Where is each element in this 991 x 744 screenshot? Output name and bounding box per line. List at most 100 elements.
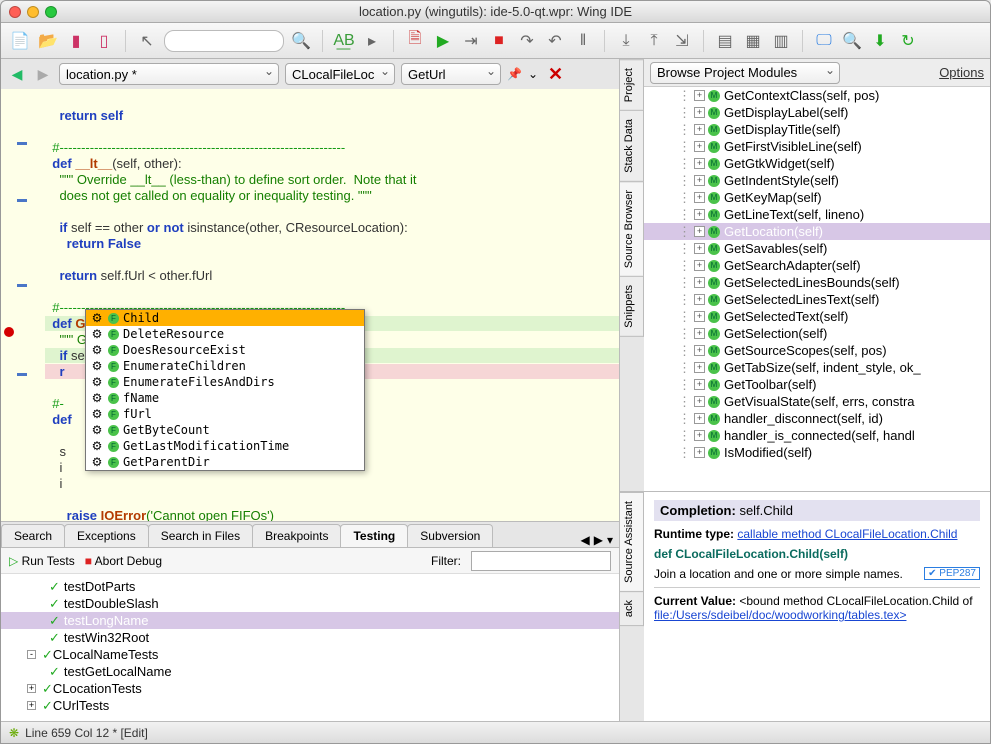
browser-item[interactable]: ⋮+MGetLocation(self): [644, 223, 990, 240]
test-item[interactable]: ✓testDotParts: [1, 578, 619, 595]
browser-item[interactable]: ⋮+MGetTabSize(self, indent_style, ok_: [644, 359, 990, 376]
vertical-tab[interactable]: Source Assistant: [620, 492, 644, 592]
autocomplete-item[interactable]: ⚙FfUrl: [86, 406, 364, 422]
autocomplete-popup[interactable]: ⚙FChild⚙FDeleteResource⚙FDoesResourceExi…: [85, 309, 365, 471]
test-item[interactable]: ✓testGetLocalName: [1, 663, 619, 680]
filter-input[interactable]: [471, 551, 611, 571]
refresh-icon[interactable]: ↻: [897, 30, 919, 52]
breakpoint-icon[interactable]: [4, 327, 14, 337]
abort-debug-button[interactable]: ■ Abort Debug: [85, 554, 162, 568]
bottom-tab[interactable]: Breakpoints: [252, 524, 341, 547]
bottom-tab[interactable]: Exceptions: [64, 524, 149, 547]
browser-item[interactable]: ⋮+MGetGtkWidget(self): [644, 155, 990, 172]
class-dropdown[interactable]: CLocalFileLoc: [285, 63, 395, 85]
step-icon[interactable]: ⤓: [615, 30, 637, 52]
vertical-tab[interactable]: ack: [620, 591, 644, 626]
browser-item[interactable]: ⋮+MGetContextClass(self, pos): [644, 87, 990, 104]
browser-item[interactable]: ⋮+MGetKeyMap(self): [644, 189, 990, 206]
autocomplete-item[interactable]: ⚙FDeleteResource: [86, 326, 364, 342]
vertical-tab[interactable]: Source Browser: [620, 181, 644, 277]
run-icon[interactable]: ▶: [432, 30, 454, 52]
autocomplete-item[interactable]: ⚙FfName: [86, 390, 364, 406]
browser-item[interactable]: ⋮+MGetSelection(self): [644, 325, 990, 342]
test-item[interactable]: ✓testWin32Root: [1, 629, 619, 646]
panel-icon[interactable]: ▤: [714, 30, 736, 52]
autocomplete-item[interactable]: ⚙FGetParentDir: [86, 454, 364, 470]
pin-icon[interactable]: 📌: [507, 67, 522, 81]
project-file-icon[interactable]: ▮: [65, 30, 87, 52]
browser-item[interactable]: ⋮+MGetFirstVisibleLine(self): [644, 138, 990, 155]
browser-item[interactable]: ⋮+MGetVisualState(self, errs, constra: [644, 393, 990, 410]
monitor-icon[interactable]: 🖵: [813, 30, 835, 52]
step-over-icon[interactable]: ↷: [516, 30, 538, 52]
file-icon[interactable]: 🗎: [404, 30, 426, 52]
step-icon-3[interactable]: ⇲: [671, 30, 693, 52]
test-item[interactable]: ✓testLongName: [1, 612, 619, 629]
browser-item[interactable]: ⋮+MIsModified(self): [644, 444, 990, 461]
toolbar-search-input[interactable]: [164, 30, 284, 52]
current-value-link[interactable]: file:/Users/sdeibel/doc/woodworking/tabl…: [654, 608, 906, 622]
source-browser-list[interactable]: ⋮+MGetContextClass(self, pos)⋮+MGetDispl…: [644, 87, 990, 491]
options-link[interactable]: Options: [939, 65, 984, 80]
pointer-icon[interactable]: ↖: [136, 30, 158, 52]
stop-icon[interactable]: ■: [488, 30, 510, 52]
goto-icon[interactable]: ▸: [361, 30, 383, 52]
browser-item[interactable]: ⋮+MGetSelectedLinesBounds(self): [644, 274, 990, 291]
autocomplete-item[interactable]: ⚙FEnumerateChildren: [86, 358, 364, 374]
nav-fwd-icon[interactable]: ▶: [33, 64, 53, 84]
panel-icon-3[interactable]: ▥: [770, 30, 792, 52]
browser-mode-dropdown[interactable]: Browse Project Modules: [650, 62, 840, 84]
browser-item[interactable]: ⋮+MGetSavables(self): [644, 240, 990, 257]
browser-item[interactable]: ⋮+MGetSearchAdapter(self): [644, 257, 990, 274]
test-group[interactable]: +✓CUrlTests: [1, 697, 619, 714]
vertical-tab[interactable]: Project: [620, 59, 644, 111]
panel-icon-2[interactable]: ▦: [742, 30, 764, 52]
nav-back-icon[interactable]: ◀: [7, 64, 27, 84]
autocomplete-item[interactable]: ⚙FDoesResourceExist: [86, 342, 364, 358]
vertical-tab[interactable]: Snippets: [620, 276, 644, 337]
autocomplete-item[interactable]: ⚙FGetByteCount: [86, 422, 364, 438]
browser-item[interactable]: ⋮+MGetSourceScopes(self, pos): [644, 342, 990, 359]
browser-item[interactable]: ⋮+MGetDisplayTitle(self): [644, 121, 990, 138]
step-out-icon[interactable]: ↶: [544, 30, 566, 52]
tabs-right-icon[interactable]: ▶: [594, 533, 603, 547]
test-tree[interactable]: ✓testDotParts✓testDoubleSlash✓testLongNa…: [1, 574, 619, 721]
browser-item[interactable]: ⋮+Mhandler_disconnect(self, id): [644, 410, 990, 427]
autocomplete-item[interactable]: ⚙FEnumerateFilesAndDirs: [86, 374, 364, 390]
step-icon-2[interactable]: ⤒: [643, 30, 665, 52]
runtime-type-link[interactable]: callable method CLocalFileLocation.Child: [737, 527, 957, 541]
browser-item[interactable]: ⋮+MGetToolbar(self): [644, 376, 990, 393]
autocomplete-item[interactable]: ⚙FChild: [86, 310, 364, 326]
test-group[interactable]: +✓CLocationTests: [1, 680, 619, 697]
autocomplete-item[interactable]: ⚙FGetLastModificationTime: [86, 438, 364, 454]
open-file-icon[interactable]: 📂: [37, 30, 59, 52]
member-dropdown[interactable]: GetUrl: [401, 63, 501, 85]
bottom-tab[interactable]: Testing: [340, 524, 408, 547]
search-icon-2[interactable]: 🔍: [841, 30, 863, 52]
download-icon[interactable]: ⬇: [869, 30, 891, 52]
run-tests-button[interactable]: ▷ Run Tests: [9, 554, 75, 568]
test-group[interactable]: -✓CLocalNameTests: [1, 646, 619, 663]
browser-item[interactable]: ⋮+MGetSelectedLinesText(self): [644, 291, 990, 308]
new-file-icon[interactable]: 📄: [9, 30, 31, 52]
bottom-tab[interactable]: Search: [1, 524, 65, 547]
vertical-tab[interactable]: Stack Data: [620, 110, 644, 182]
code-editor[interactable]: ▬ ▬ ▬ ▬ return self #-------------------…: [1, 89, 619, 521]
browser-item[interactable]: ⋮+MGetLineText(self, lineno): [644, 206, 990, 223]
tabs-menu-icon[interactable]: ▾: [607, 533, 613, 547]
project-open-icon[interactable]: ▯: [93, 30, 115, 52]
file-dropdown[interactable]: location.py *: [59, 63, 279, 85]
replace-icon[interactable]: A͟B: [333, 30, 355, 52]
step-into-icon[interactable]: ⇥: [460, 30, 482, 52]
browser-item[interactable]: ⋮+MGetSelectedText(self): [644, 308, 990, 325]
tabs-left-icon[interactable]: ◀: [581, 533, 590, 547]
test-item[interactable]: ✓testDoubleSlash: [1, 595, 619, 612]
pause-icon[interactable]: ‖: [572, 30, 594, 52]
bottom-tab[interactable]: Subversion: [407, 524, 493, 547]
chevron-down-icon[interactable]: ⌄: [528, 67, 538, 81]
browser-item[interactable]: ⋮+MGetIndentStyle(self): [644, 172, 990, 189]
bottom-tab[interactable]: Search in Files: [148, 524, 253, 547]
browser-item[interactable]: ⋮+MGetDisplayLabel(self): [644, 104, 990, 121]
close-editor-icon[interactable]: ✕: [544, 64, 567, 85]
browser-item[interactable]: ⋮+Mhandler_is_connected(self, handl: [644, 427, 990, 444]
